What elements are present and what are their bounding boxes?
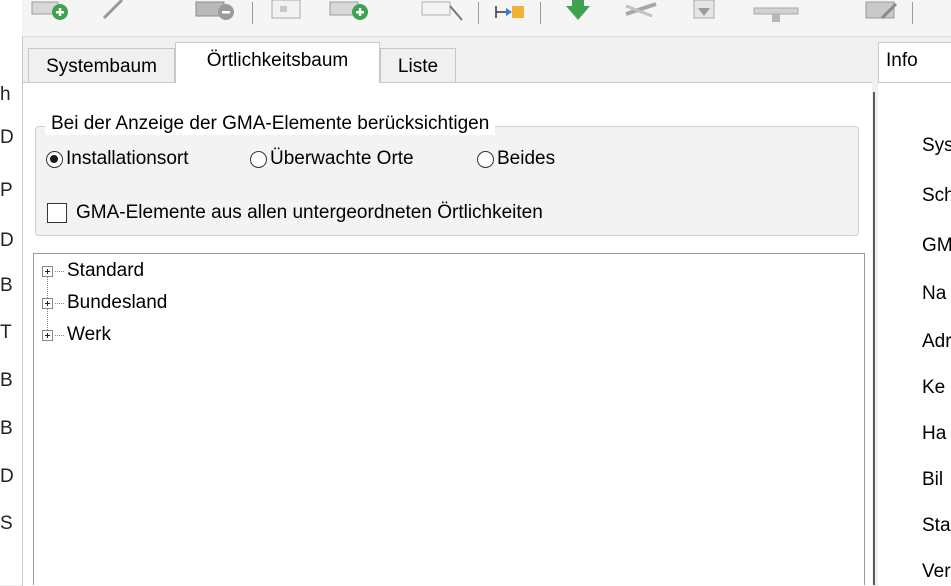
left-fragment: B — [0, 275, 13, 296]
left-fragment: D — [0, 127, 14, 148]
add-green-icon[interactable] — [30, 0, 70, 24]
import-icon[interactable] — [492, 0, 528, 24]
info-label: GM — [922, 235, 951, 256]
expand-icon[interactable] — [42, 297, 53, 309]
download-icon[interactable] — [688, 0, 720, 24]
info-label: Ke — [922, 377, 946, 398]
info-label: Sta — [922, 515, 951, 536]
toolbar-separator — [478, 2, 479, 24]
tab-systembaum[interactable]: Systembaum — [28, 48, 175, 83]
tree-node-label: Bundesland — [67, 292, 168, 313]
radio-beides[interactable]: Beides — [477, 146, 555, 172]
tab-info[interactable]: Info — [878, 42, 951, 83]
tree-node-label: Werk — [67, 324, 111, 345]
add-green-icon[interactable] — [328, 0, 372, 24]
wand-icon[interactable] — [100, 0, 126, 24]
select-icon[interactable] — [420, 0, 466, 24]
move-down-green-icon[interactable] — [562, 0, 594, 24]
location-tree[interactable]: Standard Bundesland Werk — [33, 253, 865, 585]
left-fragment: T — [0, 322, 12, 343]
expand-icon[interactable] — [42, 265, 53, 277]
left-fragment: h — [0, 84, 11, 105]
tree-node-bundesland[interactable]: Bundesland — [42, 292, 167, 314]
left-fragment: S — [0, 513, 13, 534]
left-fragment: B — [0, 370, 13, 391]
toolbar-separator — [252, 2, 253, 24]
tree-node-werk[interactable]: Werk — [42, 324, 111, 346]
tree-node-standard[interactable]: Standard — [42, 260, 144, 282]
radio-unchecked-indicator — [250, 150, 267, 168]
info-label: Ha — [922, 423, 947, 444]
delete-icon[interactable] — [194, 0, 236, 24]
splitter-line — [873, 92, 875, 585]
radio-label: Beides — [497, 148, 556, 169]
network-icon[interactable] — [750, 0, 802, 24]
checkbox-box — [47, 203, 67, 223]
monitor-icon[interactable] — [862, 0, 902, 24]
left-fragment: D — [0, 230, 14, 251]
radio-unchecked-indicator — [477, 150, 494, 168]
group-legend: Bei der Anzeige der GMA-Elemente berücks… — [45, 113, 496, 135]
tab-oertlichkeitsbaum[interactable]: Örtlichkeitsbaum — [175, 42, 380, 83]
info-panel: Sys Sch GM Na Adr Ke Ha Bil Sta Ver — [878, 82, 951, 586]
info-label: Sch — [922, 185, 951, 206]
tab-liste[interactable]: Liste — [380, 48, 456, 83]
checkbox-untergeordnete-oertlichkeiten[interactable]: GMA-Elemente aus allen untergeordneten Ö… — [47, 200, 543, 226]
info-label: Bil — [922, 469, 944, 490]
left-fragment: P — [0, 180, 13, 201]
properties-icon[interactable] — [270, 0, 304, 24]
radio-checked-indicator — [46, 150, 63, 168]
left-fragment: D — [0, 466, 14, 487]
left-fragment: B — [0, 418, 13, 439]
toolbar-separator — [912, 2, 913, 24]
toolbar-separator — [540, 2, 541, 24]
info-label: Adr — [922, 331, 951, 352]
tree-node-label: Standard — [67, 260, 145, 281]
toolbar — [22, 0, 951, 37]
radio-installationsort[interactable]: Installationsort — [46, 146, 189, 172]
checkbox-label: GMA-Elemente aus allen untergeordneten Ö… — [76, 202, 543, 223]
radio-label: Überwachte Orte — [270, 148, 414, 169]
info-label: Sys — [922, 135, 951, 156]
radio-ueberwachte-orte[interactable]: Überwachte Orte — [250, 146, 414, 172]
expand-icon[interactable] — [42, 329, 53, 341]
left-panel-clipped: h D P D B T B B D S — [0, 0, 23, 585]
radio-label: Installationsort — [66, 148, 189, 169]
transfer-icon[interactable] — [622, 0, 660, 24]
info-label: Ver — [922, 561, 951, 582]
info-label: Na — [922, 283, 947, 304]
